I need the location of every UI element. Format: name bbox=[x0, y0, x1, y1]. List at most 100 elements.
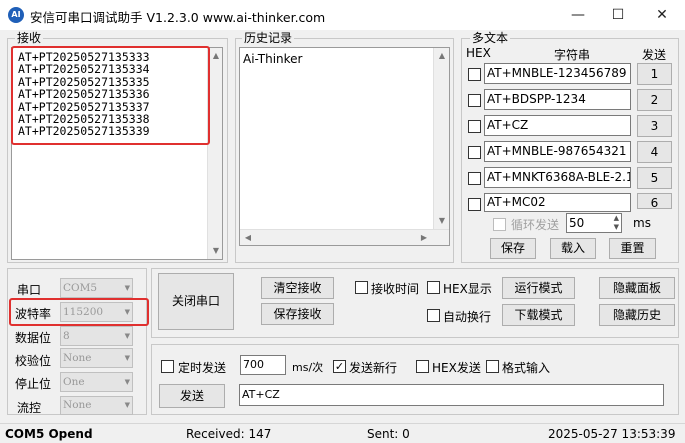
send-interval-unit: ms/次 bbox=[292, 361, 324, 374]
history-item[interactable]: Ai-Thinker bbox=[243, 52, 302, 66]
maximize-icon[interactable]: ☐ bbox=[607, 4, 629, 26]
databits-select-value: 8 bbox=[63, 330, 70, 342]
multitext-string-input[interactable]: AT+MNBLE-987654321 bbox=[484, 141, 631, 162]
hide-panel-button[interactable]: 隐藏面板 bbox=[599, 277, 675, 299]
receive-highlight-box bbox=[11, 46, 210, 145]
parity-select-value: None bbox=[63, 352, 92, 364]
multitext-group-label: 多文本 bbox=[470, 31, 511, 45]
hex-send-label: HEX发送 bbox=[432, 361, 481, 375]
status-bar: COM5 Opend Received: 147 Sent: 0 2025-05… bbox=[0, 423, 685, 443]
sent-count-status: Sent: 0 bbox=[367, 427, 410, 441]
scroll-down-icon[interactable]: ▼ bbox=[434, 215, 449, 227]
receive-time-label: 接收时间 bbox=[371, 282, 420, 296]
send-interval-input[interactable]: 700 bbox=[240, 355, 286, 375]
multitext-hex-checkbox[interactable] bbox=[468, 120, 481, 133]
history-vertical-scrollbar[interactable]: ▲ ▼ bbox=[433, 48, 449, 229]
app-logo-icon: AI bbox=[8, 7, 24, 23]
chevron-down-icon: ▼ bbox=[124, 354, 130, 362]
history-list[interactable]: Ai-Thinker ▲ ▼ ◀ ▶ bbox=[239, 47, 450, 246]
chevron-down-icon: ▼ bbox=[124, 284, 130, 292]
received-count-status: Received: 147 bbox=[186, 427, 272, 441]
multitext-send-button[interactable]: 3 bbox=[637, 115, 672, 137]
minimize-icon[interactable]: — bbox=[567, 4, 589, 26]
flow-label: 流控 bbox=[17, 401, 42, 415]
send-button[interactable]: 发送 bbox=[159, 384, 225, 408]
multitext-hex-checkbox[interactable] bbox=[468, 172, 481, 185]
databits-label: 数据位 bbox=[15, 331, 52, 345]
parity-label: 校验位 bbox=[15, 354, 52, 368]
databits-select[interactable]: 8 ▼ bbox=[60, 326, 133, 346]
scroll-down-icon[interactable]: ▼ bbox=[208, 245, 222, 257]
loop-send-label: 循环发送 bbox=[511, 218, 560, 232]
timed-send-checkbox[interactable] bbox=[161, 360, 174, 373]
parity-select[interactable]: None ▼ bbox=[60, 348, 133, 368]
port-state-status: COM5 Opend bbox=[5, 427, 93, 441]
close-icon[interactable]: ✕ bbox=[651, 4, 673, 26]
receive-time-checkbox[interactable] bbox=[355, 281, 368, 294]
multitext-string-input[interactable]: AT+BDSPP-1234 bbox=[484, 89, 631, 110]
format-input-checkbox[interactable] bbox=[486, 360, 499, 373]
chevron-down-icon: ▼ bbox=[124, 378, 130, 386]
send-newline-checkbox[interactable]: ✓ bbox=[333, 360, 346, 373]
multitext-hex-checkbox[interactable] bbox=[468, 198, 481, 211]
port-label: 串口 bbox=[17, 283, 42, 297]
stopbits-select-value: One bbox=[63, 376, 85, 388]
multitext-string-input[interactable]: AT+CZ bbox=[484, 115, 631, 136]
scroll-up-icon[interactable]: ▲ bbox=[208, 50, 222, 62]
chevron-down-icon: ▼ bbox=[124, 332, 130, 340]
loop-unit-label: ms bbox=[633, 216, 651, 230]
multitext-hex-checkbox[interactable] bbox=[468, 94, 481, 107]
loop-send-checkbox[interactable] bbox=[493, 218, 506, 231]
multitext-save-button[interactable]: 保存 bbox=[490, 238, 536, 259]
multitext-string-input[interactable]: AT+MNBLE-123456789 bbox=[484, 63, 631, 84]
multitext-hex-checkbox[interactable] bbox=[468, 146, 481, 159]
timed-send-label: 定时发送 bbox=[178, 361, 227, 375]
port-select[interactable]: COM5 ▼ bbox=[60, 278, 133, 298]
send-text-input[interactable]: AT+CZ bbox=[239, 384, 664, 406]
datetime-status: 2025-05-27 13:53:39 bbox=[548, 427, 676, 441]
receive-group-label: 接收 bbox=[15, 31, 44, 45]
hex-display-label: HEX显示 bbox=[443, 282, 492, 296]
multitext-string-input[interactable]: AT+MNKT6368A-BLE-2.1 bbox=[484, 167, 631, 188]
multitext-send-button[interactable]: 1 bbox=[637, 63, 672, 85]
spin-arrows-icon[interactable]: ▲ ▼ bbox=[614, 214, 619, 232]
loop-interval-value: 50 bbox=[569, 216, 585, 230]
chevron-down-icon: ▼ bbox=[124, 401, 130, 409]
clear-receive-button[interactable]: 清空接收 bbox=[261, 277, 334, 299]
multitext-load-button[interactable]: 载入 bbox=[550, 238, 596, 259]
hex-column-header: HEX bbox=[466, 46, 491, 60]
close-port-button[interactable]: 关闭串口 bbox=[158, 273, 234, 330]
history-horizontal-scrollbar[interactable]: ◀ ▶ bbox=[240, 229, 449, 245]
multitext-send-button[interactable]: 2 bbox=[637, 89, 672, 111]
scroll-right-icon[interactable]: ▶ bbox=[416, 232, 432, 244]
stopbits-label: 停止位 bbox=[15, 377, 52, 391]
window-title: 安信可串口调试助手 V1.2.3.0 www.ai-thinker.com bbox=[30, 10, 326, 25]
download-mode-button[interactable]: 下载模式 bbox=[502, 304, 575, 326]
auto-wrap-label: 自动换行 bbox=[443, 310, 492, 324]
multitext-send-button[interactable]: 4 bbox=[637, 141, 672, 163]
stopbits-select[interactable]: One ▼ bbox=[60, 372, 133, 392]
multitext-send-button[interactable]: 6 bbox=[637, 193, 672, 209]
send-newline-label: 发送新行 bbox=[349, 361, 398, 375]
flow-select[interactable]: None ▼ bbox=[60, 396, 133, 415]
hex-display-checkbox[interactable] bbox=[427, 281, 440, 294]
port-select-value: COM5 bbox=[63, 282, 98, 294]
multitext-send-button[interactable]: 5 bbox=[637, 167, 672, 189]
history-group-label: 历史记录 bbox=[242, 31, 295, 45]
multitext-hex-checkbox[interactable] bbox=[468, 68, 481, 81]
save-receive-button[interactable]: 保存接收 bbox=[261, 303, 334, 325]
string-column-header: 字符串 bbox=[554, 48, 591, 62]
format-input-label: 格式输入 bbox=[502, 361, 551, 375]
hex-send-checkbox[interactable] bbox=[416, 360, 429, 373]
title-bar: AI 安信可串口调试助手 V1.2.3.0 www.ai-thinker.com… bbox=[0, 0, 685, 30]
multitext-reset-button[interactable]: 重置 bbox=[609, 238, 656, 259]
hide-history-button[interactable]: 隐藏历史 bbox=[599, 304, 675, 326]
baud-highlight-box bbox=[9, 298, 149, 326]
send-column-header: 发送 bbox=[642, 48, 667, 62]
run-mode-button[interactable]: 运行模式 bbox=[502, 277, 575, 299]
auto-wrap-checkbox[interactable] bbox=[427, 309, 440, 322]
scroll-up-icon[interactable]: ▲ bbox=[434, 50, 449, 62]
multitext-string-input[interactable]: AT+MC02 bbox=[484, 193, 631, 212]
scroll-left-icon[interactable]: ◀ bbox=[240, 232, 256, 244]
loop-interval-spinbox[interactable]: 50 ▲ ▼ bbox=[566, 213, 622, 233]
